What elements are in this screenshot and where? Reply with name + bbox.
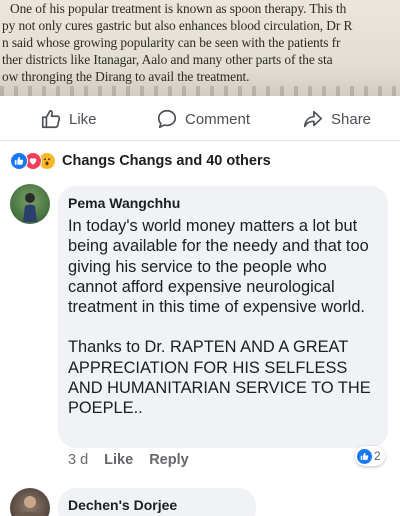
newspaper-clipping-image[interactable]: One of his popular treatment is known as… [0,0,400,96]
person-photo-icon [23,193,37,222]
post-action-bar: Like Comment Share [0,99,400,139]
like-button[interactable]: Like [40,108,97,130]
comment-bubble: Pema Wangchhu In today's world money mat… [58,186,388,448]
clipping-line: ther districts like Itanagar, Aalo and m… [2,52,333,67]
like-button-label: Like [69,110,97,128]
clipping-line: n said whose growing popularity can be s… [2,35,341,50]
clipping-line: One of his popular treatment is known as… [10,1,347,16]
like-reaction-icon [357,448,372,464]
person-photo-icon [13,496,47,516]
comment-author[interactable]: Pema Wangchhu [68,194,378,212]
thumbs-up-icon [41,109,61,129]
divider [0,140,400,141]
comment-text: In today's world money matters a lot but… [68,216,378,419]
speech-bubble-icon [157,109,177,129]
comment-bubble: Dechen's Dorjee [58,488,256,516]
avatar[interactable] [10,184,50,224]
comment-reply-button[interactable]: Reply [149,452,189,468]
like-reaction-icon [10,152,28,170]
reactions-summary[interactable]: Changs Changs and 40 others [10,150,271,172]
share-button[interactable]: Share [302,108,371,130]
comment-button-label: Comment [185,110,251,128]
comment-button[interactable]: Comment [156,108,250,130]
comment-reaction-count[interactable]: 2 [355,446,385,466]
reactions-summary-text: Changs Changs and 40 others [62,153,271,169]
comment-paragraph: In today's world money matters a lot but… [68,217,369,317]
clipping-torn-edge [0,86,400,96]
clipping-line: ow thronging the Dirang to avail the tre… [2,69,250,84]
comment-meta: 3 d Like Reply [68,452,205,468]
comment-author[interactable]: Dechen's Dorjee [68,496,246,514]
comment-paragraph: Thanks to Dr. RAPTEN AND A GREAT APPRECI… [68,338,371,418]
avatar[interactable] [10,488,50,516]
reaction-count-number: 2 [374,449,381,463]
reaction-icons [10,152,60,170]
share-arrow-icon [303,110,323,128]
share-button-label: Share [331,110,372,128]
clipping-line: py not only cures gastric but also enhan… [2,18,353,33]
comment-like-button[interactable]: Like [104,452,133,468]
comment-timestamp[interactable]: 3 d [68,452,88,468]
